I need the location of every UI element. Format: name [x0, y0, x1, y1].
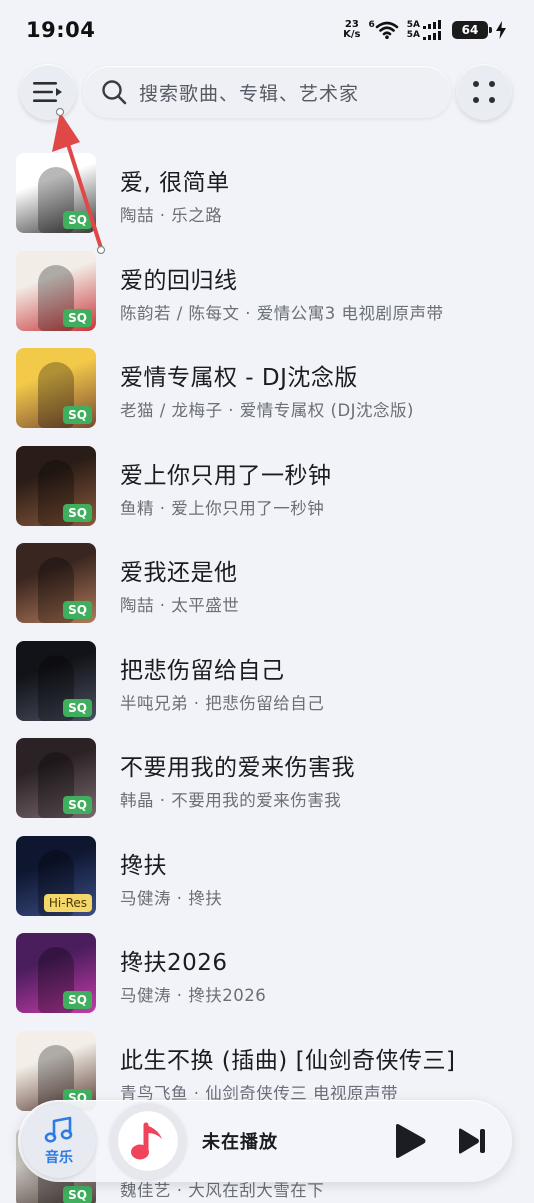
status-bar: 19:04 23 K/s 6 5A 5A 64	[0, 0, 534, 60]
more-button[interactable]	[456, 64, 512, 120]
song-artist-album: 马健涛 · 搀扶	[120, 888, 223, 908]
song-artist-album: 陶喆 · 太平盛世	[120, 596, 240, 615]
sq-badge: SQ	[63, 991, 92, 1009]
song-row[interactable]: SQ 爱我还是他陶喆 · 太平盛世	[0, 535, 534, 633]
album-cover: SQ	[16, 250, 96, 331]
song-row[interactable]: SQ 搀扶2026 马健涛 · 搀扶2026	[0, 925, 534, 1023]
song-title: 此生不换 (插曲) [仙剑奇侠传三]	[120, 1047, 456, 1074]
cellular-status: 5A 5A	[407, 20, 444, 40]
song-row[interactable]: SQ 不要用我的爱来伤害我韩晶 · 不要用我的爱来伤害我	[0, 730, 534, 828]
wifi-icon	[375, 21, 399, 39]
album-cover: SQ	[16, 153, 96, 233]
status-time: 19:04	[26, 18, 96, 42]
song-artist-album: 韩晶 · 不要用我的爱来伤害我	[120, 791, 342, 810]
album-cover: SQ	[16, 348, 96, 428]
sim2-label: 5A	[406, 30, 420, 40]
album-cover: SQ	[16, 445, 96, 526]
wifi-status: 6	[369, 20, 399, 40]
song-row[interactable]: SQ 爱上你只用了一秒钟鱼精 · 爱上你只用了一秒钟	[0, 438, 534, 536]
song-artist-album: 马健涛 · 搀扶2026	[120, 986, 267, 1005]
song-row[interactable]: SQ 爱的回归线陈韵若 / 陈每文 · 爱情公寓3 电视剧原声带	[0, 243, 534, 341]
top-bar: 搜索歌曲、专辑、艺术家	[0, 62, 534, 122]
song-artist-album: 陶喆 · 乐之路	[120, 206, 223, 225]
battery-level: 64	[461, 23, 479, 37]
network-speed: 23 K/s	[343, 20, 360, 40]
sq-badge: SQ	[63, 698, 92, 717]
sq-badge: SQ	[63, 406, 92, 424]
song-row[interactable]: SQ 把悲伤留给自己半吨兄弟 · 把悲伤留给自己	[0, 633, 534, 731]
sq-badge: SQ	[63, 503, 92, 522]
song-title: 爱上你只用了一秒钟	[120, 462, 332, 489]
sim-labels: 5A 5A	[407, 20, 420, 40]
sq-badge: SQ	[63, 1186, 92, 1203]
menu-button[interactable]	[20, 64, 76, 120]
album-cover: SQ	[16, 640, 96, 721]
song-title: 搀扶2026	[120, 950, 228, 976]
sq-badge: SQ	[63, 601, 92, 619]
song-artist-album: 陈韵若 / 陈每文 · 爱情公寓3 电视剧原声带	[120, 303, 444, 323]
song-title: 把悲伤留给自己	[120, 657, 285, 684]
play-icon[interactable]	[390, 1122, 428, 1160]
song-row[interactable]: Hi-Res 搀扶马健涛 · 搀扶	[0, 828, 534, 926]
song-title: 爱的回归线	[120, 267, 238, 294]
song-title: 爱, 很简单	[120, 170, 230, 196]
tab-music[interactable]: 音乐	[22, 1104, 96, 1178]
status-icons: 23 K/s 6 5A 5A 64	[343, 20, 506, 40]
sq-badge: SQ	[63, 308, 92, 327]
sq-badge: SQ	[63, 796, 92, 814]
album-cover: Hi-Res	[16, 835, 96, 916]
search-placeholder: 搜索歌曲、专辑、艺术家	[139, 82, 360, 105]
album-cover: SQ	[16, 738, 96, 818]
search-input[interactable]: 搜索歌曲、专辑、艺术家	[83, 66, 451, 118]
red-music-note-icon	[131, 1122, 162, 1160]
song-row[interactable]: SQ 爱, 很简单陶喆 · 乐之路	[0, 145, 534, 243]
album-cover: SQ	[16, 933, 96, 1013]
song-title: 爱我还是他	[120, 560, 238, 586]
song-row[interactable]: SQ 爱情专属权 - DJ沈念版老猫 / 龙梅子 · 爱情专属权 (DJ沈念版)	[0, 340, 534, 438]
battery-indicator: 64	[452, 21, 492, 39]
menu-icon	[33, 82, 62, 102]
now-playing-title: 未在播放	[202, 1132, 278, 1153]
song-artist-album: 鱼精 · 爱上你只用了一秒钟	[120, 498, 325, 518]
music-note-icon	[44, 1116, 73, 1143]
song-title: 不要用我的爱来伤害我	[120, 755, 355, 781]
now-playing-cover[interactable]	[110, 1103, 186, 1179]
next-track-icon[interactable]	[456, 1126, 488, 1156]
album-cover: SQ	[16, 1030, 96, 1111]
song-title: 搀扶	[120, 852, 167, 879]
song-artist-album: 老猫 / 龙梅子 · 爱情专属权 (DJ沈念版)	[120, 401, 414, 420]
album-cover: SQ	[16, 543, 96, 623]
mini-player[interactable]: 音乐 未在播放	[18, 1100, 512, 1182]
song-title: 爱情专属权 - DJ沈念版	[120, 365, 358, 391]
net-speed-unit: K/s	[343, 29, 361, 40]
song-artist-album: 半吨兄弟 · 把悲伤留给自己	[120, 693, 325, 713]
search-icon	[102, 80, 127, 105]
song-list: SQ 爱, 很简单陶喆 · 乐之路 SQ 爱的回归线陈韵若 / 陈每文 · 爱情公寓3…	[0, 145, 534, 1203]
sq-badge: SQ	[63, 211, 92, 229]
hires-badge: Hi-Res	[43, 893, 92, 912]
grid-dots-icon	[473, 81, 495, 103]
charging-icon	[496, 21, 506, 39]
tab-music-label: 音乐	[45, 1150, 73, 1166]
sim1-label: 5A	[406, 20, 420, 30]
signal-icon	[423, 20, 441, 40]
